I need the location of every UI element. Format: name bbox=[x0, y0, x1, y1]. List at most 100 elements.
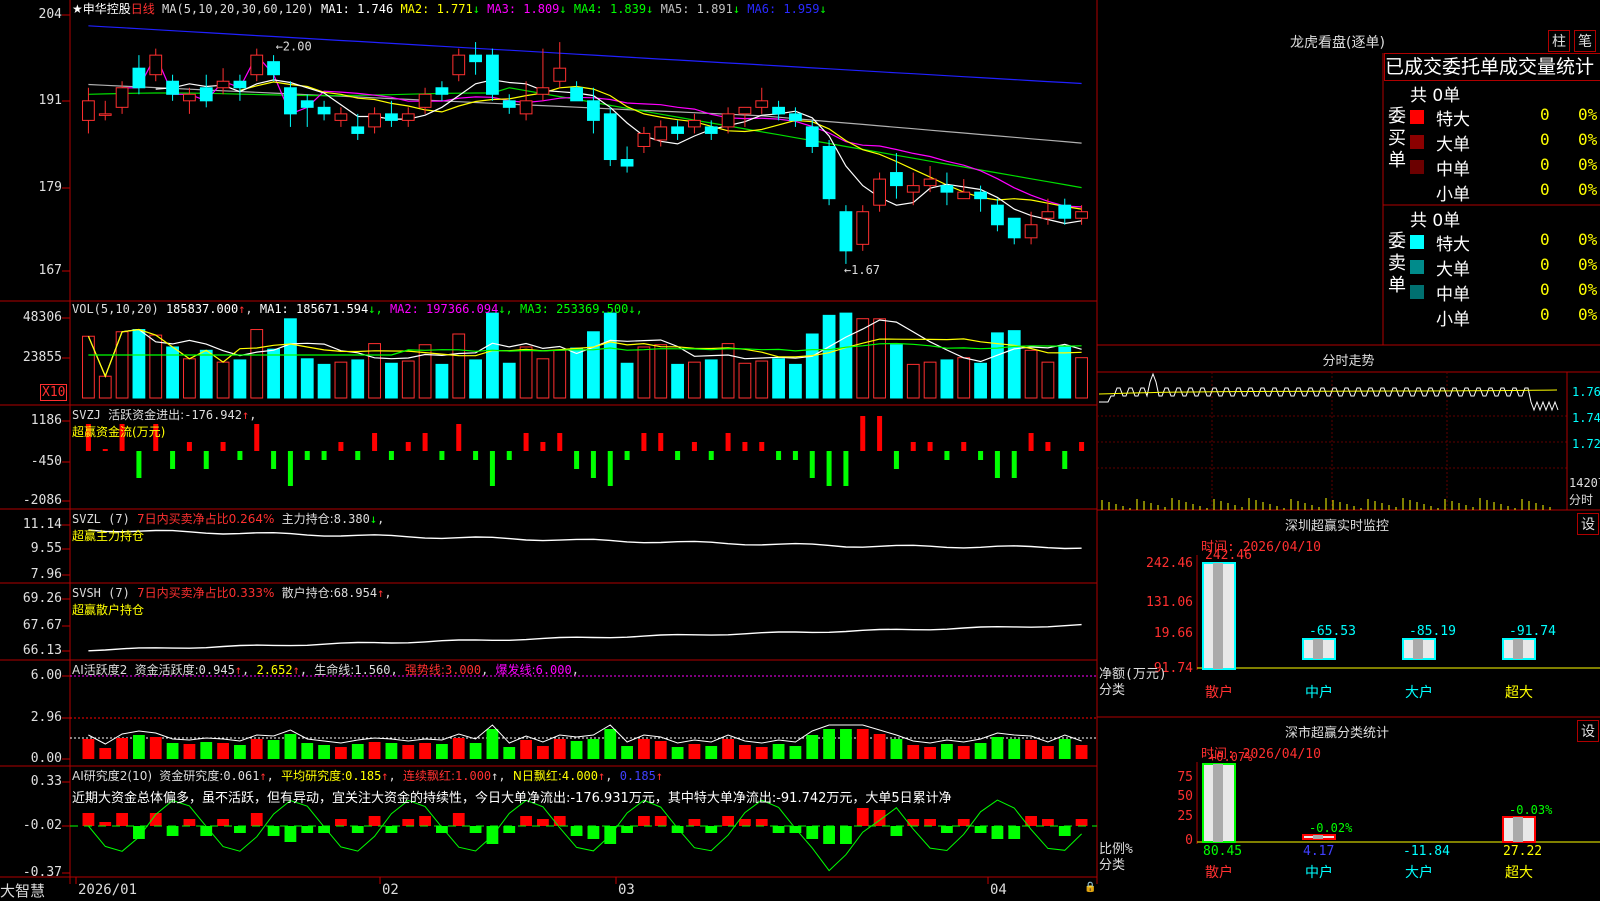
buy-row-name-1: 大单 bbox=[1436, 135, 1470, 155]
vol-bar bbox=[923, 361, 937, 399]
ai2-bar bbox=[705, 826, 718, 833]
ai1-bar bbox=[991, 737, 1004, 759]
sell-row-pct-0: 0% bbox=[1578, 230, 1598, 249]
svzj-bar bbox=[877, 416, 883, 451]
x-label-1: 02 bbox=[382, 882, 399, 898]
period-label[interactable]: 日线 bbox=[131, 2, 155, 16]
kline-chart[interactable]: ←2.00 ←1.67 bbox=[0, 0, 1097, 884]
ai1-bar bbox=[419, 743, 431, 759]
intraday-avg-line bbox=[1098, 389, 1558, 395]
vol-bar bbox=[839, 312, 853, 399]
ai2-bar bbox=[755, 819, 768, 826]
ai1-bar bbox=[1075, 745, 1088, 759]
vol-bar bbox=[570, 347, 583, 399]
svzj-bar bbox=[456, 424, 462, 451]
sell-swatch-0 bbox=[1410, 235, 1424, 249]
candle-body bbox=[401, 113, 415, 121]
candle-body bbox=[250, 54, 264, 76]
ai2-bar bbox=[537, 819, 549, 826]
ai1-bar bbox=[890, 739, 903, 759]
price-tick-167: 167 bbox=[38, 263, 62, 278]
ma-value-4: MA4: 1.839 bbox=[573, 2, 647, 16]
buy-row-name-3: 小单 bbox=[1436, 185, 1470, 205]
sz-class-chart: 时间: 2026/04/107550250比例%分类+0.07%80.45散户-… bbox=[1099, 747, 1600, 881]
ai2-bar bbox=[217, 819, 229, 826]
ai2-bar bbox=[570, 826, 583, 836]
sz-class-settings-button[interactable]: 设 bbox=[1577, 720, 1599, 742]
ai1-bar bbox=[284, 734, 297, 759]
ma4-line bbox=[88, 87, 1082, 189]
ai2-bar bbox=[402, 819, 415, 826]
x-label-3: 04 bbox=[990, 882, 1007, 898]
svzj-bar bbox=[574, 451, 580, 469]
ai2-bar bbox=[469, 826, 482, 833]
tick-view-button[interactable]: 笔 bbox=[1574, 30, 1596, 52]
szmon-cat-1: 中户 bbox=[1305, 684, 1333, 701]
svzj-tick-1: -450 bbox=[30, 454, 62, 469]
szmon-bar-shade-2 bbox=[1413, 639, 1423, 659]
svzj-bar bbox=[1028, 433, 1034, 451]
svzl-tick-1: 9.55 bbox=[30, 541, 62, 556]
sz-monitor-settings-button[interactable]: 设 bbox=[1577, 513, 1599, 535]
ai1-bar bbox=[553, 739, 566, 759]
intraday-chart[interactable]: 1.760 1.740 1.720 14207 分时 bbox=[1097, 372, 1600, 510]
vol-ma-arrow-3: ↓, bbox=[628, 302, 643, 316]
ai1-tick-2: 0.00 bbox=[30, 751, 62, 766]
svzj-bar bbox=[523, 433, 529, 451]
szcls-val-1: 4.17 bbox=[1303, 844, 1334, 859]
candle-body bbox=[991, 204, 1004, 226]
candle-body bbox=[704, 126, 718, 134]
ai1-bar bbox=[587, 739, 600, 759]
ai1-line bbox=[88, 724, 1082, 745]
svzj-bar bbox=[271, 451, 277, 469]
column-view-button[interactable]: 柱 bbox=[1548, 30, 1570, 52]
ai1-bar bbox=[1042, 746, 1054, 759]
ai1-value: 0.945 bbox=[198, 663, 235, 677]
intraday-tick-1: 1.740 bbox=[1572, 411, 1600, 425]
buy-row-name-0: 特大 bbox=[1436, 110, 1470, 130]
ai2-bar bbox=[503, 826, 516, 833]
candle-body bbox=[233, 80, 247, 89]
ai1-burst-v: 6.000 bbox=[535, 663, 572, 677]
ai1-bar bbox=[705, 746, 718, 759]
ai1-bar bbox=[335, 747, 347, 759]
svzj-bar bbox=[304, 451, 310, 460]
sell-row-count-0: 0 bbox=[1540, 230, 1550, 249]
candle-body bbox=[1058, 204, 1072, 219]
svsh-label: SVSH (7) bbox=[72, 586, 130, 600]
ai1-bar bbox=[671, 747, 684, 759]
svzj-bar bbox=[809, 451, 815, 478]
svzl-tick-2: 7.96 bbox=[30, 567, 62, 582]
vol-tick-23855: 23855 bbox=[22, 350, 62, 365]
szcls-ylabel: 比例% bbox=[1099, 842, 1133, 857]
stock-name[interactable]: ★申华控股 bbox=[72, 2, 131, 16]
szcls-ytick-3: 0 bbox=[1185, 833, 1193, 848]
candle-body bbox=[115, 87, 129, 108]
svzj-bar bbox=[826, 451, 832, 486]
sell-swatch-1 bbox=[1410, 260, 1424, 274]
svsh-tick-2: 66.13 bbox=[22, 643, 62, 658]
vol-bar bbox=[317, 363, 331, 399]
svzl-hold-value: 8.380 bbox=[333, 512, 370, 526]
sell-row-pct-1: 0% bbox=[1578, 255, 1598, 274]
szcls-ytick-2: 25 bbox=[1177, 809, 1193, 824]
lock-icon[interactable]: 🔒 bbox=[1084, 882, 1096, 893]
vol-bar bbox=[368, 343, 381, 399]
vol-bar bbox=[385, 362, 398, 399]
candle-body bbox=[1024, 224, 1038, 239]
buy-row-pct-1: 0% bbox=[1578, 130, 1598, 149]
sell-row-name-2: 中单 bbox=[1436, 285, 1470, 305]
szmon-xlabel: 分类 bbox=[1099, 683, 1125, 698]
szcls-val-3: 27.22 bbox=[1503, 844, 1542, 859]
svzj-bar bbox=[978, 451, 984, 460]
svzj-sub: 超赢资金流(万元) bbox=[72, 425, 166, 439]
vol-value: 185837.000 bbox=[165, 302, 239, 316]
dragon-tabs[interactable]: 已成交委托单成交量统计 bbox=[1384, 53, 1600, 81]
buy-row-pct-0: 0% bbox=[1578, 105, 1598, 124]
ai1-strong: 强势线: bbox=[404, 663, 445, 677]
szmon-ytick-0: 242.46 bbox=[1146, 556, 1193, 571]
ai2-bar bbox=[419, 816, 431, 826]
ma-value-5: MA5: 1.891 bbox=[660, 2, 733, 16]
buy-row-count-3: 0 bbox=[1540, 180, 1550, 199]
ai2-bar bbox=[991, 826, 1004, 839]
